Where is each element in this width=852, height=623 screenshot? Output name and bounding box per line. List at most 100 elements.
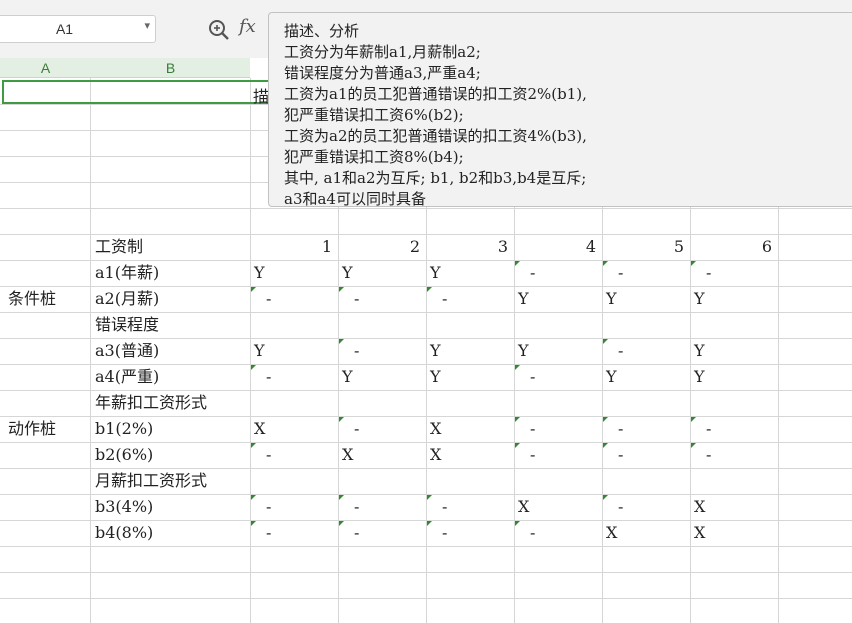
- error-indicator-icon: [603, 261, 608, 266]
- rule-number: 3: [497, 237, 508, 256]
- rule-cell: Y: [342, 263, 353, 282]
- rule-cell: -: [266, 367, 272, 386]
- rule-cell: -: [266, 523, 272, 542]
- error-indicator-icon: [251, 521, 256, 526]
- formula-bar-expanded[interactable]: 描述、分析工资分为年薪制a1,月薪制a2; 错误程度分为普通a3,严重a4; 工资为…: [268, 12, 852, 208]
- rule-number: 2: [409, 237, 420, 256]
- header-label: 工资制: [95, 237, 144, 256]
- rule-cell: -: [618, 445, 624, 464]
- error-indicator-icon: [603, 443, 608, 448]
- fx-function-icon[interactable]: fx: [239, 16, 256, 37]
- condition-label: a4(严重): [95, 367, 160, 386]
- gridline-vertical: [250, 78, 251, 623]
- rule-cell: Y: [518, 289, 529, 308]
- gridline-horizontal: [0, 598, 852, 599]
- sheet-title-fragment: 描: [253, 87, 270, 106]
- rule-number: 6: [761, 237, 772, 256]
- error-indicator-icon: [603, 495, 608, 500]
- rule-cell: -: [354, 341, 360, 360]
- condition-label: b3(4%): [95, 497, 154, 516]
- formula-line: 描述、分析: [284, 22, 360, 40]
- rule-cell: Y: [694, 367, 705, 386]
- error-indicator-icon: [251, 365, 256, 370]
- column-header-a[interactable]: A: [0, 58, 91, 78]
- condition-label: a2(月薪): [95, 289, 160, 308]
- error-indicator-icon: [251, 287, 256, 292]
- rule-cell: Y: [430, 263, 441, 282]
- formula-line: 工资为a1的员工犯普通错误的扣工资2%(b1),: [284, 85, 587, 103]
- rule-cell: -: [354, 497, 360, 516]
- error-indicator-icon: [339, 521, 344, 526]
- rule-cell: Y: [518, 341, 529, 360]
- rule-cell: Y: [606, 289, 617, 308]
- condition-label: b4(8%): [95, 523, 154, 542]
- zoom-search-icon[interactable]: [208, 19, 230, 41]
- rule-cell: X: [694, 497, 706, 516]
- rule-cell: -: [354, 419, 360, 438]
- rule-cell: -: [354, 523, 360, 542]
- rule-cell: -: [442, 523, 448, 542]
- column-header-row: A B: [0, 58, 250, 78]
- error-indicator-icon: [251, 443, 256, 448]
- rule-cell: -: [266, 497, 272, 516]
- chevron-down-icon[interactable]: ▾: [144, 19, 150, 32]
- rule-cell: -: [706, 419, 712, 438]
- error-indicator-icon: [603, 339, 608, 344]
- condition-label: 月薪扣工资形式: [95, 471, 208, 490]
- rule-cell: -: [530, 263, 536, 282]
- rule-cell: -: [266, 289, 272, 308]
- gridline-vertical: [90, 78, 91, 623]
- rule-cell: X: [342, 445, 354, 464]
- error-indicator-icon: [691, 443, 696, 448]
- error-indicator-icon: [339, 339, 344, 344]
- rule-cell: Y: [430, 341, 441, 360]
- error-indicator-icon: [339, 417, 344, 422]
- rule-cell: -: [618, 497, 624, 516]
- gridline-horizontal: [0, 546, 852, 547]
- error-indicator-icon: [427, 287, 432, 292]
- gridline-horizontal: [0, 572, 852, 573]
- error-indicator-icon: [603, 417, 608, 422]
- rule-cell: -: [530, 445, 536, 464]
- error-indicator-icon: [427, 495, 432, 500]
- formula-line: 错误程度分为普通a3,严重a4;: [284, 64, 481, 82]
- rule-cell: -: [706, 445, 712, 464]
- name-box-value[interactable]: A1: [0, 21, 132, 37]
- rule-cell: -: [530, 419, 536, 438]
- condition-label: 年薪扣工资形式: [95, 393, 208, 412]
- rule-cell: -: [442, 497, 448, 516]
- error-indicator-icon: [427, 521, 432, 526]
- condition-label: b2(6%): [95, 445, 154, 464]
- rule-cell: -: [618, 341, 624, 360]
- error-indicator-icon: [251, 495, 256, 500]
- name-box[interactable]: A1 ▾: [0, 15, 156, 43]
- rule-cell: -: [530, 367, 536, 386]
- rule-cell: X: [430, 445, 442, 464]
- formula-line: 工资分为年薪制a1,月薪制a2;: [284, 43, 481, 61]
- formula-line: 犯严重错误扣工资6%(b2);: [284, 106, 464, 124]
- error-indicator-icon: [691, 261, 696, 266]
- rule-cell: -: [530, 523, 536, 542]
- rule-cell: -: [618, 263, 624, 282]
- rule-cell: X: [430, 419, 442, 438]
- formula-line: 犯严重错误扣工资8%(b4);: [284, 148, 464, 166]
- rule-cell: Y: [606, 367, 617, 386]
- error-indicator-icon: [515, 443, 520, 448]
- condition-label: 错误程度: [95, 315, 160, 334]
- error-indicator-icon: [515, 417, 520, 422]
- formula-line: a3和a4可以同时具备: [284, 190, 426, 208]
- error-indicator-icon: [339, 495, 344, 500]
- rule-cell: -: [442, 289, 448, 308]
- column-header-b[interactable]: B: [91, 58, 250, 78]
- condition-label: a1(年薪): [95, 263, 160, 282]
- rule-cell: Y: [254, 341, 265, 360]
- rule-cell: X: [694, 523, 706, 542]
- rule-cell: -: [354, 289, 360, 308]
- formula-line: 工资为a2的员工犯普通错误的扣工资4%(b3),: [284, 127, 587, 145]
- rule-cell: X: [254, 419, 266, 438]
- formula-line: 其中, a1和a2为互斥; b1, b2和b3,b4是互斥;: [284, 169, 587, 187]
- rule-cell: X: [518, 497, 530, 516]
- rule-cell: Y: [694, 341, 705, 360]
- rule-number: 5: [673, 237, 684, 256]
- rule-number: 4: [585, 237, 596, 256]
